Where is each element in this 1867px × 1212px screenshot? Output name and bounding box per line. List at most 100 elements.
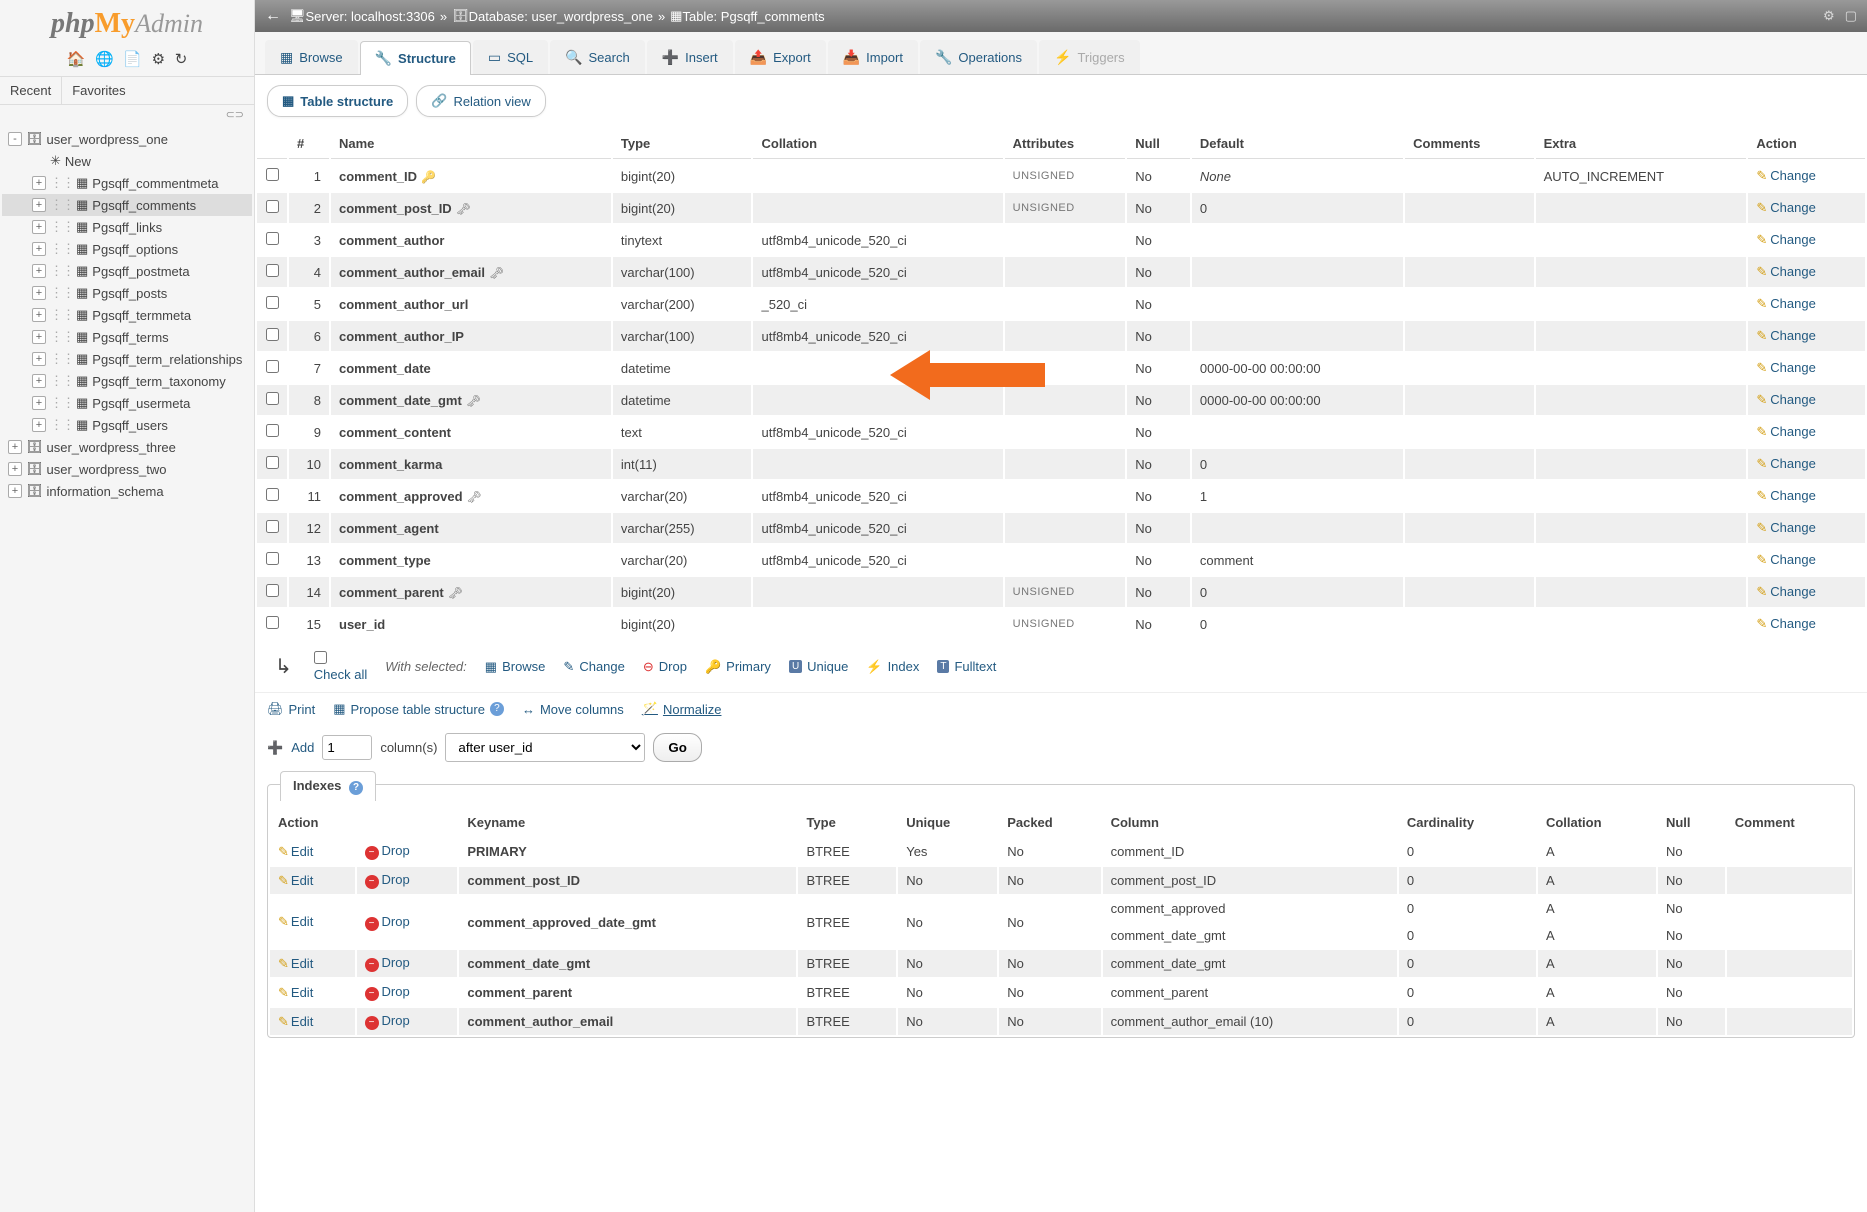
subtab-table-structure[interactable]: ▦Table structure bbox=[267, 85, 408, 117]
drop-link[interactable]: Drop bbox=[382, 955, 410, 970]
tree-item[interactable]: +⋮⋮▦Pgsqff_links bbox=[2, 216, 252, 238]
tree-item[interactable]: +⋮⋮▦Pgsqff_terms bbox=[2, 326, 252, 348]
db-link[interactable]: user_wordpress_one bbox=[532, 9, 653, 24]
expand-icon[interactable]: + bbox=[32, 286, 46, 300]
row-checkbox[interactable] bbox=[266, 424, 279, 437]
tree-item[interactable]: -🗄user_wordpress_one bbox=[2, 128, 252, 150]
print-link[interactable]: 🖨 Print bbox=[267, 701, 315, 717]
expand-icon[interactable]: + bbox=[32, 374, 46, 388]
tree-item[interactable]: +🗄user_wordpress_two bbox=[2, 458, 252, 480]
drop-link[interactable]: Drop bbox=[382, 914, 410, 929]
expand-icon[interactable]: + bbox=[32, 418, 46, 432]
subtab-relation-view[interactable]: 🔗Relation view bbox=[416, 85, 546, 117]
change-link[interactable]: Change bbox=[1770, 520, 1816, 535]
add-count-input[interactable] bbox=[322, 735, 372, 760]
tab-sql[interactable]: ▭SQL bbox=[473, 40, 548, 74]
check-all[interactable]: Check all bbox=[314, 651, 367, 682]
drop-link[interactable]: Drop bbox=[382, 872, 410, 887]
home-icon[interactable]: 🏠 bbox=[67, 51, 86, 68]
edit-link[interactable]: Edit bbox=[291, 956, 313, 971]
change-link[interactable]: Change bbox=[1770, 168, 1816, 183]
browse-action[interactable]: ▦ Browse bbox=[485, 659, 546, 675]
expand-icon[interactable]: + bbox=[32, 264, 46, 278]
edit-link[interactable]: Edit bbox=[291, 1014, 313, 1029]
change-link[interactable]: Change bbox=[1770, 296, 1816, 311]
table-link[interactable]: Pgsqff_comments bbox=[721, 9, 825, 24]
drop-link[interactable]: Drop bbox=[382, 843, 410, 858]
change-link[interactable]: Change bbox=[1770, 424, 1816, 439]
change-action[interactable]: ✎Change bbox=[563, 659, 624, 675]
tree-item[interactable]: +⋮⋮▦Pgsqff_options bbox=[2, 238, 252, 260]
favorites-tab[interactable]: Favorites bbox=[62, 77, 135, 104]
logout-icon[interactable]: 🌐 bbox=[95, 51, 114, 68]
tab-insert[interactable]: ➕Insert bbox=[647, 40, 733, 74]
tree-item[interactable]: +⋮⋮▦Pgsqff_term_taxonomy bbox=[2, 370, 252, 392]
row-checkbox[interactable] bbox=[266, 168, 279, 181]
tree-item[interactable]: ✳New bbox=[2, 150, 252, 172]
move-link[interactable]: ↔ Move columns bbox=[522, 702, 624, 717]
change-link[interactable]: Change bbox=[1770, 264, 1816, 279]
change-link[interactable]: Change bbox=[1770, 456, 1816, 471]
collapse-icon[interactable]: ⊂⊃ bbox=[0, 105, 254, 124]
help-icon[interactable]: ? bbox=[349, 781, 363, 795]
settings-icon[interactable]: ⚙ bbox=[152, 51, 165, 68]
tree-item[interactable]: +⋮⋮▦Pgsqff_posts bbox=[2, 282, 252, 304]
unique-action[interactable]: U Unique bbox=[789, 659, 848, 674]
expand-icon[interactable]: + bbox=[32, 352, 46, 366]
row-checkbox[interactable] bbox=[266, 488, 279, 501]
drop-action[interactable]: ⊖ Drop bbox=[643, 659, 687, 675]
change-link[interactable]: Change bbox=[1770, 360, 1816, 375]
expand-icon[interactable]: + bbox=[32, 176, 46, 190]
normalize-link[interactable]: 🪄 Normalize bbox=[642, 701, 722, 717]
row-checkbox[interactable] bbox=[266, 200, 279, 213]
expand-icon[interactable]: + bbox=[8, 462, 22, 476]
go-button[interactable]: Go bbox=[653, 733, 702, 762]
logo[interactable]: phpMyAdmin bbox=[0, 4, 254, 46]
tab-operations[interactable]: 🔧Operations bbox=[920, 40, 1037, 74]
drop-link[interactable]: Drop bbox=[382, 1013, 410, 1028]
back-icon[interactable]: ← bbox=[265, 7, 281, 25]
row-checkbox[interactable] bbox=[266, 296, 279, 309]
tree-item[interactable]: +⋮⋮▦Pgsqff_users bbox=[2, 414, 252, 436]
add-position-select[interactable]: after user_id bbox=[445, 733, 645, 762]
index-action[interactable]: ⚡ Index bbox=[866, 659, 919, 675]
change-link[interactable]: Change bbox=[1770, 200, 1816, 215]
change-link[interactable]: Change bbox=[1770, 616, 1816, 631]
row-checkbox[interactable] bbox=[266, 584, 279, 597]
tree-item[interactable]: +⋮⋮▦Pgsqff_postmeta bbox=[2, 260, 252, 282]
tab-import[interactable]: 📥Import bbox=[828, 40, 918, 74]
tree-item[interactable]: +🗄user_wordpress_three bbox=[2, 436, 252, 458]
row-checkbox[interactable] bbox=[266, 456, 279, 469]
expand-icon[interactable]: + bbox=[32, 242, 46, 256]
drop-link[interactable]: Drop bbox=[382, 984, 410, 999]
exit-icon[interactable]: ▢ bbox=[1845, 8, 1857, 24]
tab-export[interactable]: 📤Export bbox=[735, 40, 826, 74]
tab-search[interactable]: 🔍Search bbox=[550, 40, 645, 74]
primary-action[interactable]: 🔑 Primary bbox=[705, 659, 771, 675]
expand-icon[interactable]: + bbox=[32, 308, 46, 322]
change-link[interactable]: Change bbox=[1770, 392, 1816, 407]
tab-triggers[interactable]: ⚡Triggers bbox=[1039, 40, 1140, 74]
help-icon[interactable]: ? bbox=[490, 702, 504, 716]
row-checkbox[interactable] bbox=[266, 552, 279, 565]
row-checkbox[interactable] bbox=[266, 520, 279, 533]
tab-browse[interactable]: ▦Browse bbox=[265, 40, 358, 74]
edit-link[interactable]: Edit bbox=[291, 844, 313, 859]
row-checkbox[interactable] bbox=[266, 616, 279, 629]
expand-icon[interactable]: + bbox=[32, 396, 46, 410]
recent-tab[interactable]: Recent bbox=[0, 77, 62, 104]
reload-icon[interactable]: ↻ bbox=[175, 51, 188, 68]
change-link[interactable]: Change bbox=[1770, 328, 1816, 343]
expand-icon[interactable]: + bbox=[8, 440, 22, 454]
expand-icon[interactable]: + bbox=[32, 198, 46, 212]
row-checkbox[interactable] bbox=[266, 232, 279, 245]
edit-link[interactable]: Edit bbox=[291, 985, 313, 1000]
tree-item[interactable]: +🗄information_schema bbox=[2, 480, 252, 502]
change-link[interactable]: Change bbox=[1770, 584, 1816, 599]
row-checkbox[interactable] bbox=[266, 360, 279, 373]
propose-link[interactable]: ▦ Propose table structure ? bbox=[333, 701, 504, 717]
tree-item[interactable]: +⋮⋮▦Pgsqff_comments bbox=[2, 194, 252, 216]
tab-structure[interactable]: 🔧Structure bbox=[360, 41, 471, 75]
edit-link[interactable]: Edit bbox=[291, 873, 313, 888]
expand-icon[interactable]: + bbox=[8, 484, 22, 498]
